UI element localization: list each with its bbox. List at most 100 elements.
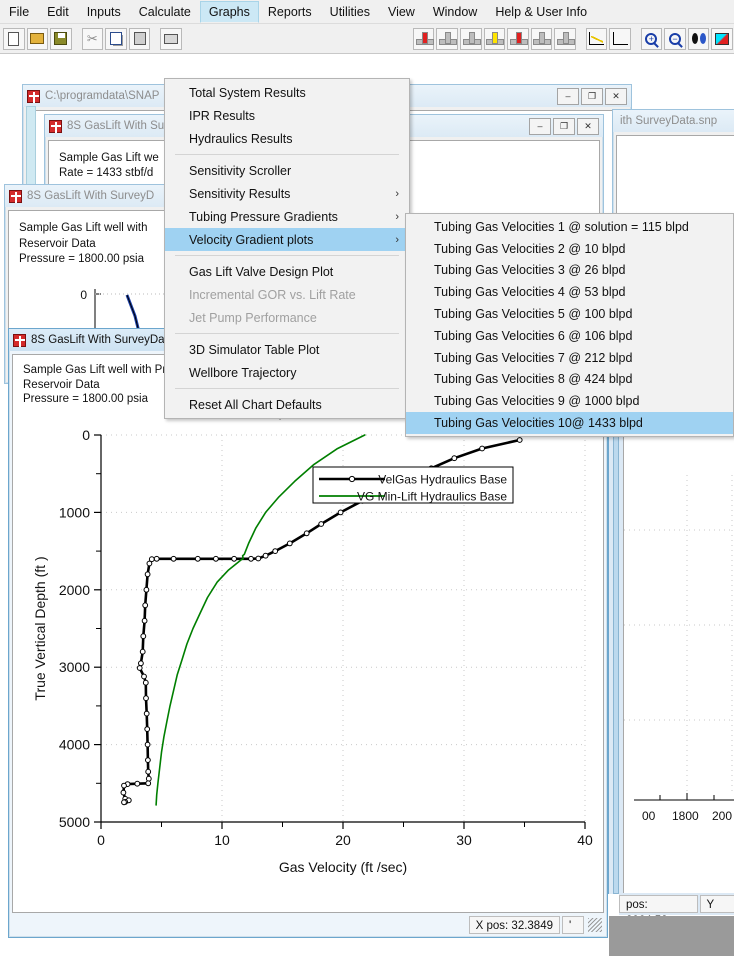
chart-window-body: Sample Gas Lift well with Pressure and T… (12, 354, 604, 913)
series-marker (143, 695, 149, 702)
velocity-gradient-submenu[interactable]: Tubing Gas Velocities 1 @ solution = 115… (405, 213, 734, 437)
series-marker (139, 648, 146, 655)
menu-inputs[interactable]: Inputs (78, 1, 130, 23)
velocity-submenu-item[interactable]: Tubing Gas Velocities 2 @ 10 blpd (406, 238, 733, 260)
menu-edit[interactable]: Edit (38, 1, 78, 23)
menu-utilities[interactable]: Utilities (321, 1, 379, 23)
velocity-submenu-item[interactable]: Tubing Gas Velocities 9 @ 1000 blpd (406, 390, 733, 412)
series-marker (516, 437, 523, 443)
bg-window-2-title: 8S GasLift With SurveyD (27, 190, 155, 202)
series-marker (144, 741, 151, 748)
series-marker (140, 633, 147, 640)
close-button[interactable]: ✕ (605, 87, 627, 105)
wellbore-button-5[interactable] (507, 27, 529, 50)
bg-window-right-statusbar: pos: 2064.52 Y pos: (619, 893, 734, 927)
minimize-button[interactable]: – (557, 87, 579, 105)
copy-button[interactable] (105, 27, 127, 50)
graphs-menu-item: Jet Pump Performance (165, 306, 409, 329)
wellbore-button-7[interactable] (554, 27, 576, 50)
bg-window-3-titlebar[interactable]: ith SurveyData.snp (613, 110, 734, 132)
series-marker (255, 555, 262, 562)
graphs-menu-item-label: Gas Lift Valve Design Plot (189, 264, 334, 279)
open-button[interactable] (26, 27, 49, 50)
graphs-menu-item[interactable]: Gas Lift Valve Design Plot (165, 260, 409, 283)
graphs-menu-item[interactable]: Wellbore Trajectory (165, 361, 409, 384)
paste-button[interactable] (128, 27, 151, 50)
new-document-button[interactable] (3, 27, 25, 50)
zoom-in-button[interactable]: + (640, 27, 663, 50)
chart-status-y-pos: ' (562, 916, 584, 934)
new-document-icon (8, 31, 20, 46)
menu-help-user-info[interactable]: Help & User Info (486, 1, 596, 23)
cut-scissors-icon: ✂ (86, 31, 98, 46)
scatter-chart-button[interactable] (609, 27, 631, 50)
graphs-menu-item[interactable]: Reset All Chart Defaults (165, 393, 409, 416)
zoom-out-button[interactable]: − (664, 27, 686, 50)
graphs-menu-item-label: Sensitivity Results (189, 186, 291, 201)
menu-separator (175, 154, 399, 155)
graphs-menu-item[interactable]: Tubing Pressure Gradients › (165, 205, 409, 228)
velocity-gradient-plot[interactable]: 0 1000 2000 3000 4000 5000 0 10 20 30 40 Gas Veloci… (13, 427, 604, 913)
graphs-menu-item: Incremental GOR vs. Lift Rate (165, 283, 409, 306)
menu-reports[interactable]: Reports (259, 1, 321, 23)
y-axis-tick-label: 2000 (59, 582, 90, 598)
maximize-button[interactable]: ❐ (553, 117, 575, 135)
graphs-menu-item[interactable]: IPR Results (165, 104, 409, 127)
graphs-menu-item[interactable]: Sensitivity Scroller (165, 159, 409, 182)
save-button[interactable] (50, 27, 72, 50)
chart-window-statusbar: X pos: 32.3849 ' (12, 915, 604, 935)
graphs-menu-item[interactable]: 3D Simulator Table Plot (165, 338, 409, 361)
velocity-submenu-item[interactable]: Tubing Gas Velocities 10@ 1433 blpd (406, 412, 733, 434)
close-button[interactable]: ✕ (577, 117, 599, 135)
velocity-submenu-item[interactable]: Tubing Gas Velocities 6 @ 106 blpd (406, 325, 733, 347)
wellbore-button-2[interactable] (436, 27, 458, 50)
series-marker (136, 665, 143, 671)
velocity-submenu-item-label: Tubing Gas Velocities 5 @ 100 blpd (434, 307, 633, 322)
graphs-menu-item[interactable]: Sensitivity Results › (165, 182, 409, 205)
velocity-submenu-item[interactable]: Tubing Gas Velocities 3 @ 26 blpd (406, 260, 733, 282)
line-chart-button[interactable] (585, 27, 608, 50)
copy-icon (109, 32, 122, 45)
wellbore-button-1[interactable] (412, 27, 435, 50)
graphs-menu-item-label: Incremental GOR vs. Lift Rate (189, 287, 356, 302)
y-axis-tick-label: 5000 (59, 814, 90, 830)
series-marker (318, 521, 325, 527)
wellbore-button-3[interactable] (459, 27, 482, 50)
series-marker (337, 509, 344, 516)
graphs-menu-item[interactable]: Velocity Gradient plots › (165, 228, 409, 251)
color-palette-button[interactable] (711, 27, 733, 50)
velocity-submenu-item[interactable]: Tubing Gas Velocities 1 @ solution = 115… (406, 216, 733, 238)
bg-window-right-scrollbar[interactable] (613, 374, 619, 894)
menu-file[interactable]: File (0, 1, 38, 23)
wellbore-button-6[interactable] (530, 27, 553, 50)
velocity-submenu-item[interactable]: Tubing Gas Velocities 8 @ 424 blpd (406, 369, 733, 391)
cut-button[interactable]: ✂ (81, 27, 104, 50)
series-marker (144, 571, 151, 578)
velocity-submenu-item[interactable]: Tubing Gas Velocities 4 @ 53 blpd (406, 281, 733, 303)
wellbore-red-icon (415, 31, 434, 46)
graphs-menu-item[interactable]: Hydraulics Results (165, 127, 409, 150)
menu-bar: File Edit Inputs Calculate Graphs Report… (0, 0, 734, 24)
graphs-menu-item-label: Wellbore Trajectory (189, 365, 297, 380)
print-button[interactable] (160, 27, 182, 50)
menu-graphs[interactable]: Graphs (199, 0, 259, 23)
velocity-submenu-item[interactable]: Tubing Gas Velocities 5 @ 100 blpd (406, 303, 733, 325)
graphs-menu-item[interactable]: Total System Results (165, 81, 409, 104)
binoculars-button[interactable] (687, 27, 710, 50)
legend-label-0: VelGas Hydraulics Base (378, 473, 507, 487)
resize-grip-icon[interactable] (588, 918, 602, 932)
velocity-submenu-item-label: Tubing Gas Velocities 6 @ 106 blpd (434, 328, 633, 343)
menu-window[interactable]: Window (424, 1, 486, 23)
x-axis-tick-label: 40 (577, 832, 593, 848)
y-axis-title: True Vertical Depth (ft ) (32, 556, 48, 700)
bg-window-right[interactable]: 00 1800 200 pos: 2064.52 Y pos: (608, 374, 734, 956)
wellbore-button-4[interactable] (483, 27, 506, 50)
menu-calculate[interactable]: Calculate (130, 1, 200, 23)
maximize-button[interactable]: ❐ (581, 87, 603, 105)
menu-view[interactable]: View (379, 1, 424, 23)
graphs-dropdown-menu[interactable]: Total System Results IPR Results Hydraulic… (164, 78, 410, 419)
series-marker (170, 555, 177, 562)
minimize-button[interactable]: – (529, 117, 551, 135)
velocity-submenu-item[interactable]: Tubing Gas Velocities 7 @ 212 blpd (406, 347, 733, 369)
save-disk-icon (54, 32, 68, 45)
